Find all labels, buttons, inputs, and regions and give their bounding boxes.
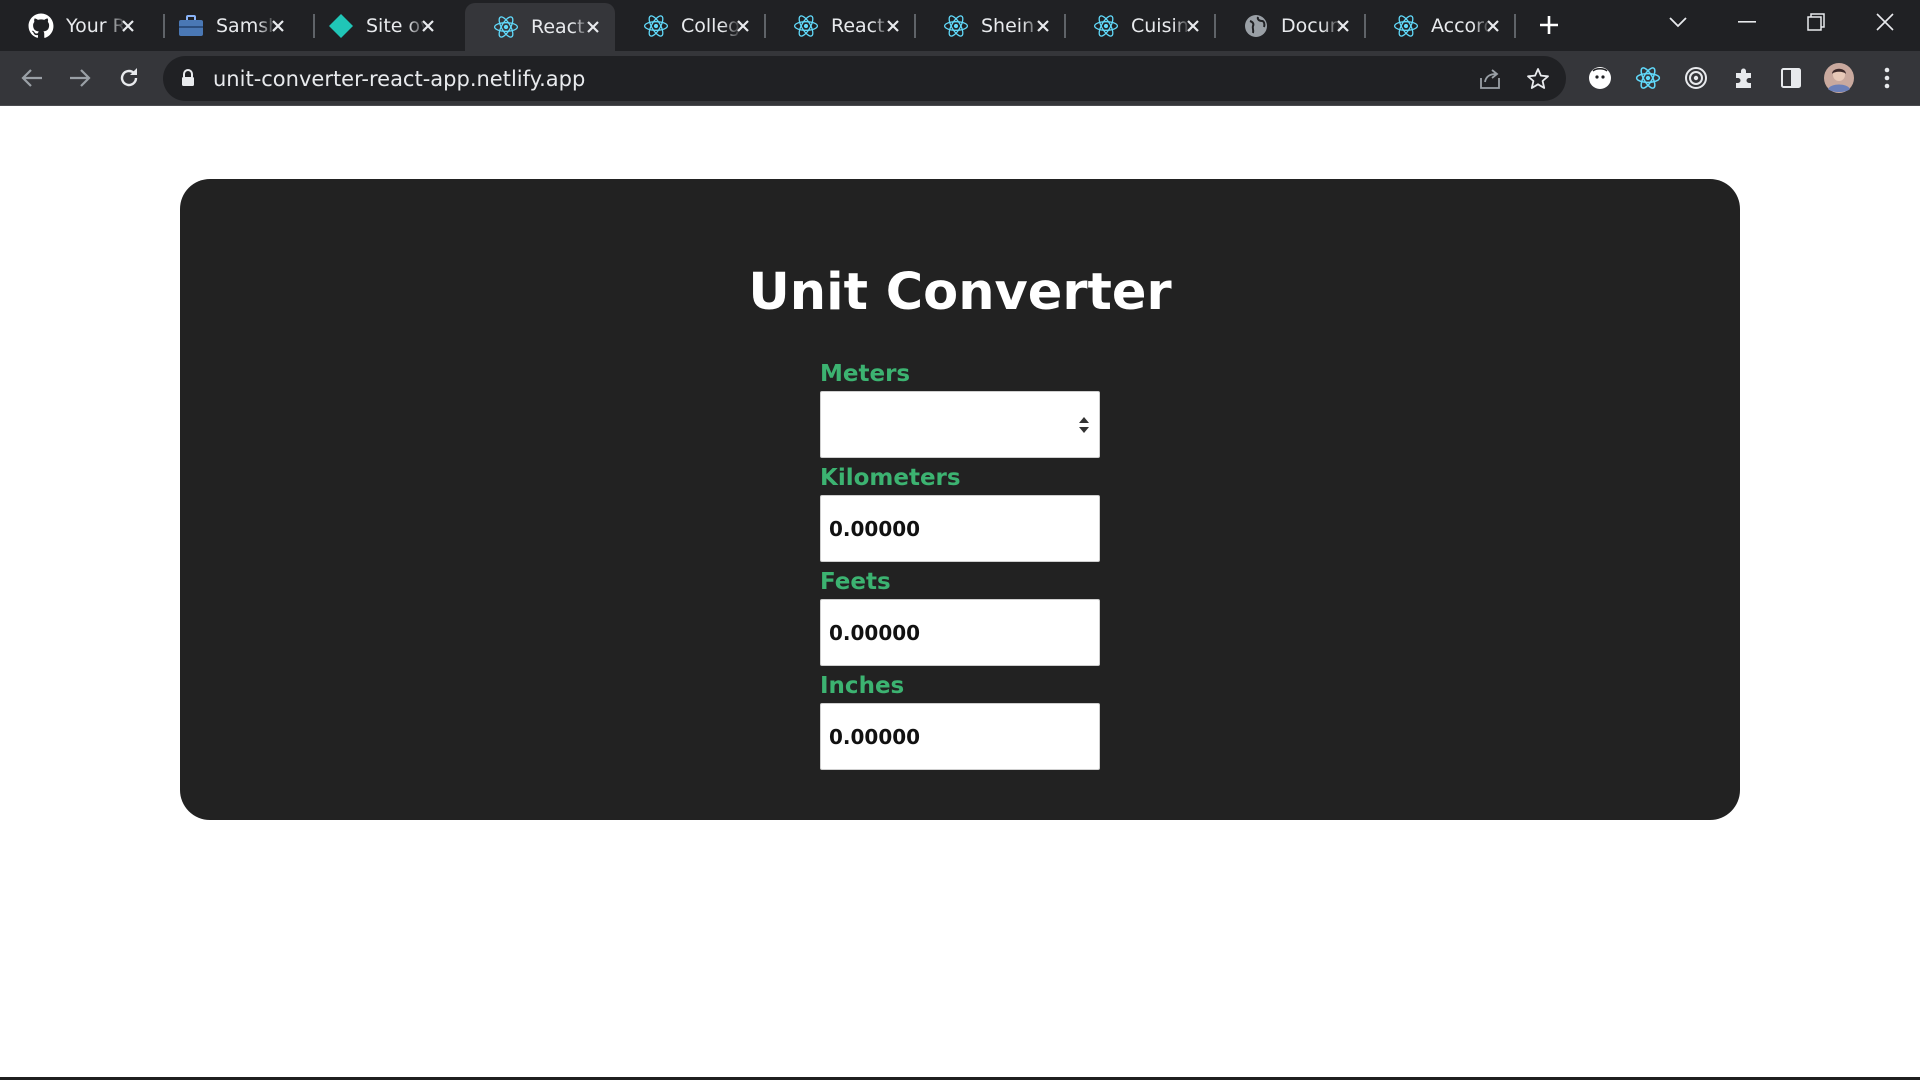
lock-icon[interactable] <box>181 69 195 92</box>
close-icon[interactable] <box>581 15 605 39</box>
inches-field[interactable] <box>820 703 1100 770</box>
back-button[interactable] <box>15 61 49 95</box>
inches-label: Inches <box>820 673 905 699</box>
netlify-icon <box>328 13 354 39</box>
kilometers-label: Kilometers <box>820 465 961 491</box>
page-viewport: Unit Converter Meters Kilometers Feets I… <box>0 107 1920 1077</box>
target-extension-icon[interactable] <box>1679 61 1713 95</box>
minimize-button[interactable] <box>1717 0 1777 44</box>
number-spinner-icon[interactable] <box>1077 414 1091 436</box>
close-icon[interactable] <box>1181 14 1205 38</box>
menu-kebab-icon[interactable] <box>1870 61 1904 95</box>
react-icon <box>793 13 819 39</box>
tab-search-button[interactable] <box>1648 0 1708 44</box>
meters-label: Meters <box>820 361 911 387</box>
tab-college[interactable]: College <box>615 0 765 51</box>
close-icon[interactable] <box>1031 14 1055 38</box>
meters-field[interactable] <box>820 391 1100 458</box>
kilometers-input[interactable] <box>821 496 1099 561</box>
close-icon[interactable] <box>731 14 755 38</box>
tab-cuisine[interactable]: Cuisine <box>1065 0 1215 51</box>
feets-label: Feets <box>820 569 891 595</box>
tab-divider <box>1514 14 1516 38</box>
browser-toolbar: unit-converter-react-app.netlify.app <box>0 51 1920 106</box>
puzzle-extensions-icon[interactable] <box>1727 61 1761 95</box>
close-icon[interactable] <box>266 14 290 38</box>
kilometers-field[interactable] <box>820 495 1100 562</box>
tab-strip: Your Repositories Samsher Site overview … <box>0 0 1920 51</box>
bookmark-star-icon[interactable] <box>1522 63 1554 95</box>
new-tab-button[interactable] <box>1534 10 1564 40</box>
react-icon <box>493 14 519 40</box>
extension-face-icon[interactable] <box>1583 61 1617 95</box>
react-devtools-icon[interactable] <box>1631 61 1665 95</box>
tab-site-overview[interactable]: Site overview <box>300 0 450 51</box>
github-icon <box>28 13 54 39</box>
close-icon[interactable] <box>1481 14 1505 38</box>
react-icon <box>643 13 669 39</box>
url-text[interactable]: unit-converter-react-app.netlify.app <box>213 67 585 91</box>
tab-shein-clone[interactable]: Shein Clone <box>915 0 1065 51</box>
forward-button[interactable] <box>63 61 97 95</box>
tab-react-app[interactable]: React App <box>765 0 915 51</box>
close-window-button[interactable] <box>1855 0 1915 44</box>
briefcase-icon <box>178 13 204 39</box>
react-icon <box>1093 13 1119 39</box>
close-icon[interactable] <box>1331 14 1355 38</box>
address-bar[interactable]: unit-converter-react-app.netlify.app <box>163 56 1566 101</box>
tab-document[interactable]: Document <box>1215 0 1365 51</box>
share-icon[interactable] <box>1474 63 1506 95</box>
meters-input[interactable] <box>821 392 1099 457</box>
side-panel-icon[interactable] <box>1774 61 1808 95</box>
page-title: Unit Converter <box>748 263 1172 322</box>
avatar[interactable] <box>1822 61 1856 95</box>
restore-button[interactable] <box>1786 0 1846 44</box>
feets-input[interactable] <box>821 600 1099 665</box>
tab-your-repositories[interactable]: Your Repositories <box>0 0 150 51</box>
react-icon <box>1393 13 1419 39</box>
converter-form: Meters Kilometers Feets Inches <box>820 357 1100 773</box>
globe-icon <box>1243 13 1269 39</box>
inches-input[interactable] <box>821 704 1099 769</box>
close-icon[interactable] <box>116 14 140 38</box>
feets-field[interactable] <box>820 599 1100 666</box>
close-icon[interactable] <box>416 14 440 38</box>
converter-card: Unit Converter Meters Kilometers Feets I… <box>180 179 1740 820</box>
tab-react-app-active[interactable]: React App <box>465 3 615 51</box>
react-icon <box>943 13 969 39</box>
tab-accordion[interactable]: Accordion <box>1365 0 1515 51</box>
close-icon[interactable] <box>881 14 905 38</box>
tab-samsher[interactable]: Samsher <box>150 0 300 51</box>
reload-button[interactable] <box>112 61 146 95</box>
